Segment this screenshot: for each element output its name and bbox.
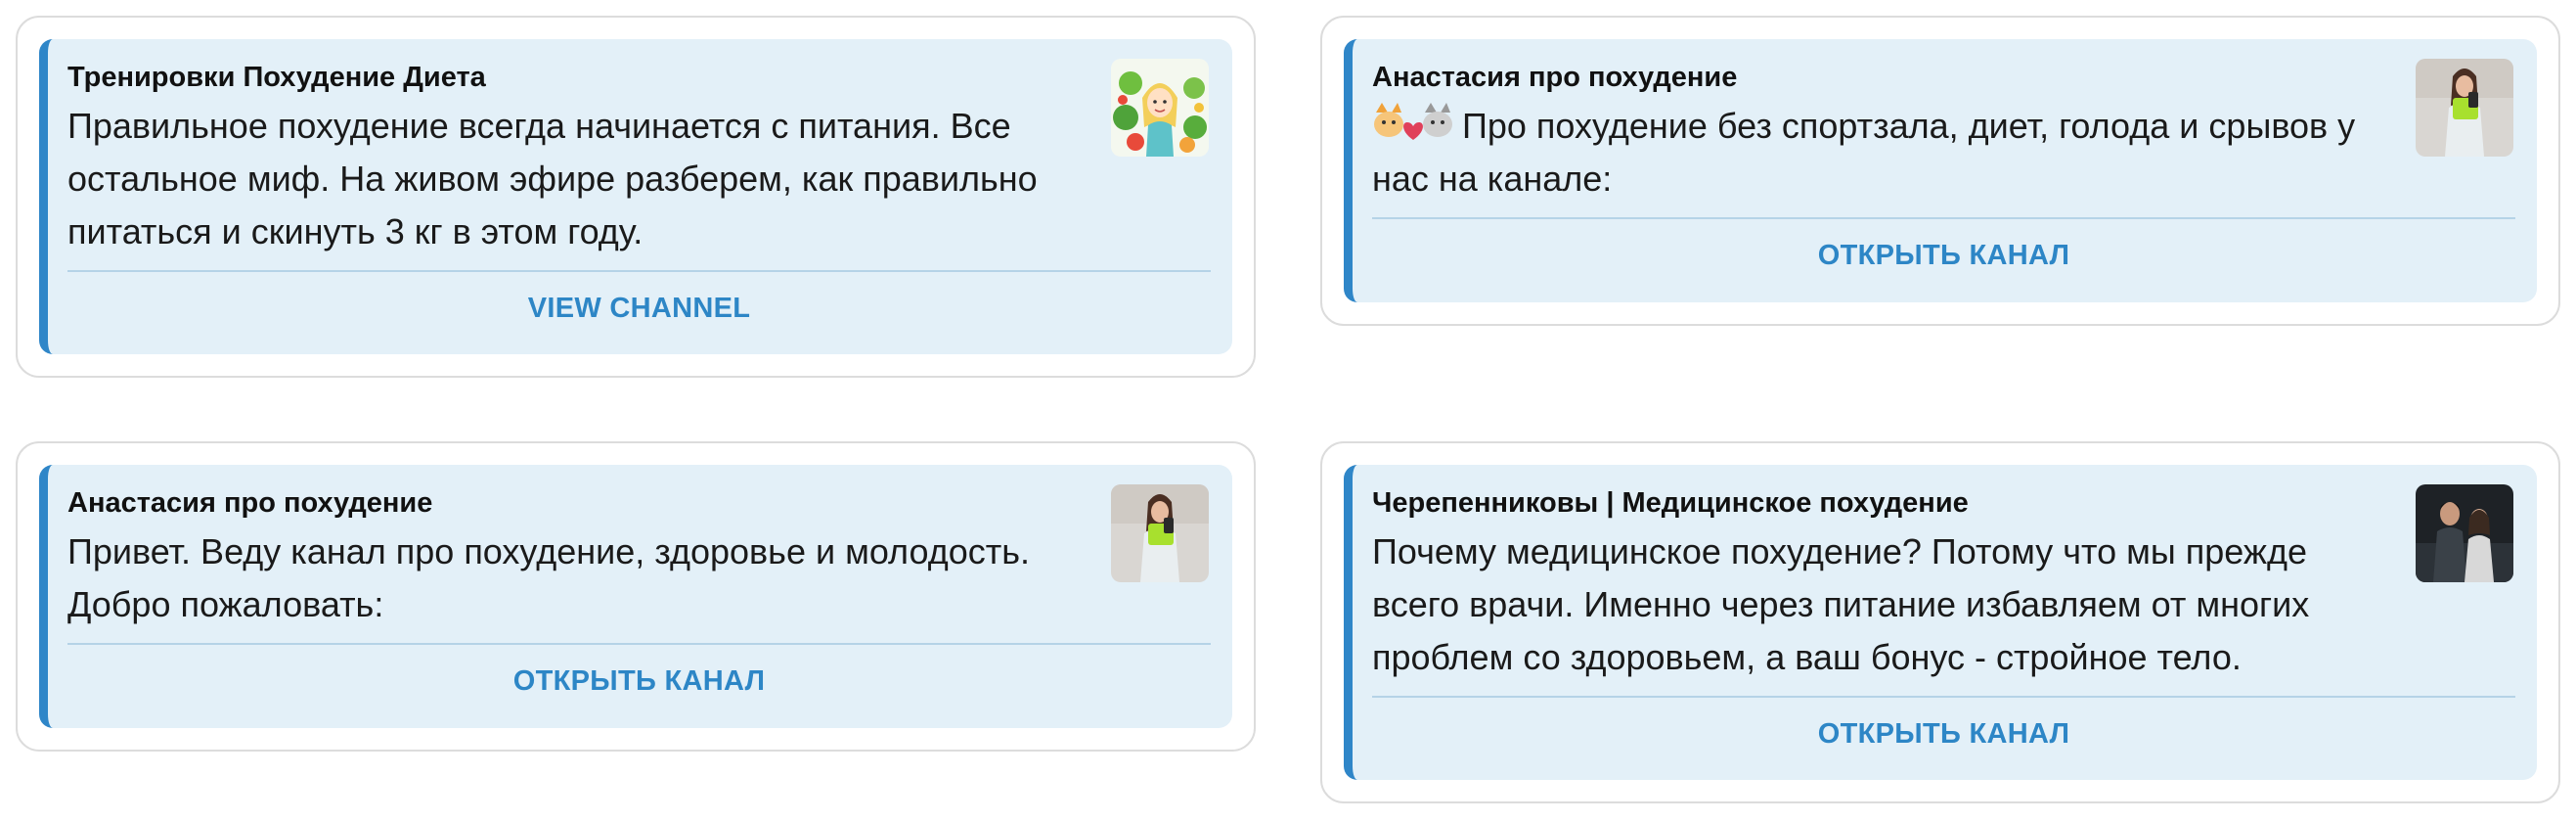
open-channel-button[interactable]: ОТКРЫТЬ КАНАЛ [1372, 219, 2515, 274]
channel-message: Тренировки Похудение Диета Правильное по… [39, 39, 1232, 354]
channel-message: Анастасия про похудение Про похудение бе… [1344, 39, 2537, 302]
channel-description-text: Правильное похудение всегда начинается с… [67, 106, 1038, 251]
open-channel-button[interactable]: ОТКРЫТЬ КАНАЛ [67, 645, 1211, 700]
channel-description-text: Почему медицинское похудение? Потому что… [1372, 531, 2310, 677]
couple-photo-avatar-icon [2416, 484, 2513, 582]
channel-avatar[interactable] [1111, 484, 1209, 582]
woman-selfie-avatar-icon [2416, 59, 2513, 157]
channel-avatar[interactable] [1111, 59, 1209, 157]
woman-selfie-avatar-icon [1111, 484, 1209, 582]
channel-description: Привет. Веду канал про похудение, здоров… [67, 525, 1211, 631]
channel-card: Черепенниковы | Медицинское похудение По… [1320, 441, 2560, 803]
channel-description: Про похудение без спортзала, диет, голод… [1372, 100, 2515, 206]
channel-description-text: Про похудение без спортзала, диет, голод… [1372, 106, 2356, 199]
channel-message: Черепенниковы | Медицинское похудение По… [1344, 465, 2537, 780]
view-channel-button[interactable]: VIEW CHANNEL [67, 272, 1211, 327]
channel-avatar[interactable] [2416, 59, 2513, 157]
channel-description: Почему медицинское похудение? Потому что… [1372, 525, 2515, 684]
open-channel-button[interactable]: ОТКРЫТЬ КАНАЛ [1372, 698, 2515, 753]
channel-title: Тренировки Похудение Диета [67, 62, 486, 93]
cats-with-heart-emoji-icon [1374, 103, 1452, 140]
channel-avatar[interactable] [2416, 484, 2513, 582]
channel-title: Анастасия про похудение [67, 487, 433, 519]
channel-card: Анастасия про похудение Привет. Веду кан… [16, 441, 1256, 752]
channel-description: Правильное похудение всегда начинается с… [67, 100, 1211, 258]
channel-title: Черепенниковы | Медицинское похудение [1372, 487, 1969, 519]
channel-card: Анастасия про похудение Про похудение бе… [1320, 16, 2560, 326]
channel-message: Анастасия про похудение Привет. Веду кан… [39, 465, 1232, 728]
cartoon-girl-avatar-icon [1111, 59, 1209, 157]
channel-description-text: Привет. Веду канал про похудение, здоров… [67, 531, 1030, 624]
channel-title: Анастасия про похудение [1372, 62, 1738, 93]
channel-card: Тренировки Похудение Диета Правильное по… [16, 16, 1256, 378]
